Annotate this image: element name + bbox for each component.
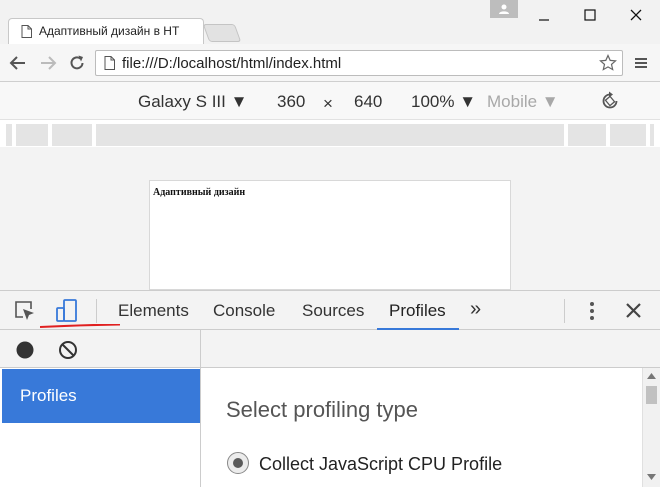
file-icon [104,56,115,70]
back-arrow-icon [9,56,25,70]
mode-select[interactable]: Mobile ▼ [487,92,559,112]
profiles-main-panel: Select profiling type Collect JavaScript… [201,368,642,487]
tab-profiles[interactable]: Profiles [389,301,446,321]
zoom-select[interactable]: 100% ▼ [411,92,476,112]
cpu-profile-radio[interactable] [227,452,249,474]
profiling-type-heading: Select profiling type [226,397,418,422]
toolbar-separator [96,299,97,323]
tab-console[interactable]: Console [213,301,275,321]
scroll-up-arrow-icon[interactable] [647,373,656,379]
minimize-button[interactable] [522,0,566,30]
star-icon[interactable] [599,54,617,72]
ruler-divider [564,124,568,146]
user-icon [499,4,509,14]
tab-title: Адаптивный дизайн в HT [39,24,180,38]
dimension-separator: × [323,94,333,113]
vertical-scrollbar[interactable] [642,368,660,487]
reload-button[interactable] [66,52,88,74]
device-select[interactable]: Galaxy S III ▼ [138,92,247,112]
forward-arrow-icon [41,56,57,70]
cpu-profile-label[interactable]: Collect JavaScript CPU Profile [259,454,502,475]
maximize-button[interactable] [568,0,612,30]
toolbar-separator [564,299,565,323]
close-window-button[interactable] [614,0,658,30]
profiles-content-toolbar [201,330,660,368]
back-button[interactable] [7,52,29,74]
more-options-icon[interactable] [585,300,599,322]
ruler-divider [646,124,650,146]
emulated-screen[interactable]: Адаптивный дизайн [149,180,511,290]
scroll-down-arrow-icon[interactable] [647,474,656,480]
minimize-icon [539,19,549,21]
browser-tab[interactable]: Адаптивный дизайн в HT [8,18,204,44]
height-input[interactable]: 640 [354,92,382,112]
tab-sources[interactable]: Sources [302,301,364,321]
profile-button[interactable] [490,0,518,18]
device-mode-icon[interactable] [54,298,80,324]
close-devtools-icon[interactable] [625,302,642,319]
annotation-underline [40,324,120,328]
rotate-icon[interactable] [599,90,621,112]
more-tabs-button[interactable]: » [470,298,481,321]
page-icon [21,25,32,38]
hamburger-icon [635,58,647,68]
browser-toolbar: file:///D:/localhost/html/index.html [0,44,660,82]
scrollbar-thumb[interactable] [646,386,657,404]
ruler-divider [12,124,16,146]
tab-elements[interactable]: Elements [118,301,189,321]
reload-icon [70,55,84,70]
device-toolbar: Galaxy S III ▼ 360 × 640 100% ▼ Mobile ▼ [0,82,660,120]
profiles-toolbar [0,330,201,368]
ruler-divider [92,124,96,146]
url-text: file:///D:/localhost/html/index.html [122,55,342,72]
close-icon [630,9,642,21]
new-tab-button[interactable] [202,24,242,42]
profiles-sidebar: Profiles [0,368,201,487]
sidebar-item-label: Profiles [20,386,77,405]
ruler-divider [606,124,610,146]
media-query-ruler[interactable] [6,124,654,146]
page-heading: Адаптивный дизайн [153,187,246,198]
maximize-icon [584,9,596,21]
record-icon[interactable] [15,340,35,360]
clear-icon[interactable] [58,340,78,360]
forward-button[interactable] [37,52,59,74]
ruler-divider [48,124,52,146]
sidebar-item-profiles[interactable]: Profiles [2,369,200,423]
width-input[interactable]: 360 [277,92,305,112]
inspect-element-icon[interactable] [14,300,36,322]
menu-button[interactable] [630,52,652,74]
address-bar[interactable]: file:///D:/localhost/html/index.html [95,50,623,76]
